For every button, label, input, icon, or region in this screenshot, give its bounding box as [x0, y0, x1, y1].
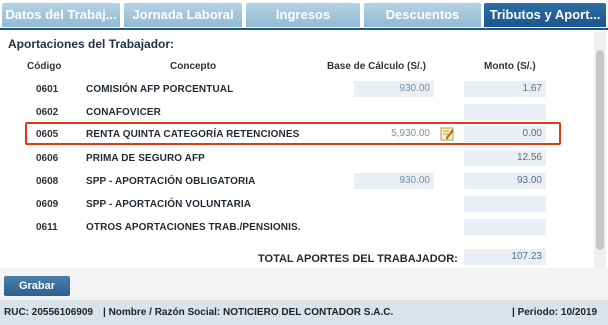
row-concept: OTROS APORTACIONES TRAB./PENSIONIS.	[86, 222, 301, 233]
highlight-box	[25, 122, 561, 145]
base-field: 930.00	[354, 81, 434, 97]
status-periodo: | Periodo: 10/2019	[512, 307, 598, 318]
status-bar: RUC: 20556106909 | Nombre / Razón Social…	[0, 300, 608, 325]
status-ruc: RUC: 20556106909	[4, 307, 93, 318]
monto-field[interactable]: 1.67	[464, 81, 546, 97]
monto-field[interactable]	[464, 104, 546, 120]
tab-ingresos[interactable]: Ingresos	[246, 3, 360, 27]
table-row: 0606 PRIMA DE SEGURO AFP 12.56	[0, 148, 590, 168]
total-value-field: 107.23	[464, 249, 546, 265]
tab-panel: Aportaciones del Trabajador: Código Conc…	[0, 28, 608, 270]
table-row: 0608 SPP - APORTACIÓN OBLIGATORIA 930.00…	[0, 171, 590, 191]
table-row: 0602 CONAFOVICER	[0, 102, 590, 122]
status-nombre: | Nombre / Razón Social: NOTICIERO DEL C…	[103, 307, 394, 318]
row-code: 0609	[36, 199, 59, 210]
tab-datos-trabajador[interactable]: Datos del Trabaj...	[2, 3, 120, 27]
tab-jornada-laboral[interactable]: Jornada Laboral	[124, 3, 242, 27]
row-code: 0606	[36, 153, 59, 164]
table-row: 0611 OTROS APORTACIONES TRAB./PENSIONIS.	[0, 217, 590, 237]
row-concept: SPP - APORTACIÓN OBLIGATORIA	[86, 176, 256, 187]
row-concept: COMISIÓN AFP PORCENTUAL	[86, 84, 234, 95]
base-field: 930.00	[354, 173, 434, 189]
column-header-concept: Concepto	[170, 61, 217, 72]
column-header-code: Código	[27, 61, 62, 72]
tab-bar: Datos del Trabaj... Jornada Laboral Ingr…	[0, 0, 608, 28]
tab-tributos-aportaciones[interactable]: Tributos y Aport...	[484, 3, 606, 27]
row-code: 0611	[36, 222, 58, 233]
table-row: 0601 COMISIÓN AFP PORCENTUAL 930.00 1.67	[0, 79, 590, 99]
grabar-button[interactable]: Grabar	[4, 276, 70, 296]
row-concept: SPP - APORTACIÓN VOLUNTARIA	[86, 199, 252, 210]
total-label: TOTAL APORTES DEL TRABAJADOR:	[258, 253, 458, 265]
monto-field[interactable]	[464, 196, 546, 212]
column-header-base: Base de Cálculo (S/.)	[327, 61, 426, 72]
action-bar: Grabar	[0, 268, 608, 300]
row-concept: CONAFOVICER	[86, 107, 161, 118]
column-header-monto: Monto (S/.)	[484, 61, 536, 72]
row-code: 0602	[36, 107, 59, 118]
tab-descuentos[interactable]: Descuentos	[364, 3, 481, 27]
row-concept: PRIMA DE SEGURO AFP	[86, 153, 205, 164]
monto-field[interactable]: 12.56	[464, 150, 546, 166]
row-code: 0601	[36, 84, 59, 95]
section-title: Aportaciones del Trabajador:	[8, 37, 175, 51]
monto-field[interactable]: 93.00	[464, 173, 546, 189]
row-code: 0608	[36, 176, 59, 187]
vertical-scrollbar[interactable]	[594, 32, 606, 268]
monto-field[interactable]	[464, 219, 546, 235]
scrollbar-thumb[interactable]	[596, 50, 604, 250]
table-row: 0609 SPP - APORTACIÓN VOLUNTARIA	[0, 194, 590, 214]
